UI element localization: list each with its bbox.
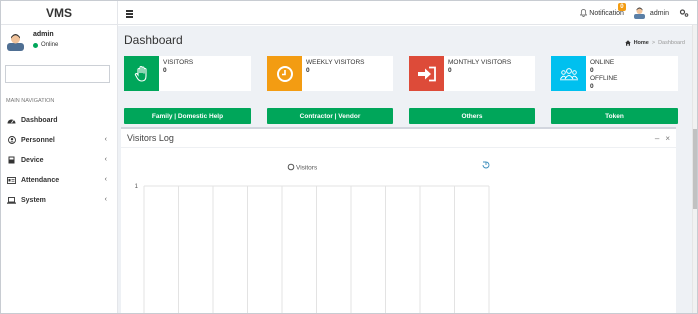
top-user-name: admin: [649, 9, 669, 17]
stat-label-offline: OFFLINE: [590, 75, 618, 82]
stat-value: 0: [163, 67, 167, 74]
close-button[interactable]: ×: [665, 134, 670, 143]
sidebar-item-label: System: [21, 196, 46, 204]
online-status-dot-icon: [33, 42, 38, 48]
family-domestic-help-button[interactable]: Family | Domestic Help: [124, 108, 251, 124]
sidebar-item-label: Dashboard: [21, 116, 58, 124]
breadcrumb-home-link[interactable]: Home: [634, 40, 649, 46]
stat-value: 0: [306, 67, 310, 74]
users-icon: [551, 56, 586, 91]
weekly-visitors-stat-box: WEEKLY VISITORS 0: [267, 56, 393, 91]
collapse-button[interactable]: –: [655, 134, 659, 143]
visitors-log-panel: Visitors Log – × Visitors 1: [121, 127, 676, 313]
sidebar-item-label: Device: [21, 156, 44, 164]
notification-badge: 0: [618, 3, 626, 11]
navbar-right: Notification 0 admin: [580, 1, 689, 25]
others-button[interactable]: Others: [409, 108, 535, 124]
stat-label: WEEKLY VISITORS: [306, 59, 365, 66]
nav-header: MAIN NAVIGATION: [6, 98, 55, 104]
online-offline-stat-box: ONLINE 0 OFFLINE 0: [551, 56, 678, 91]
sidebar-item-attendance[interactable]: Attendance ‹: [1, 170, 118, 190]
breadcrumb: Home > Dashboard: [624, 40, 685, 46]
panel-title: Visitors Log: [127, 133, 174, 143]
page-scrollbar[interactable]: [692, 25, 697, 313]
sidebar-nav: Dashboard Personnel ‹ Device ‹ Attendanc…: [1, 110, 118, 210]
sidebar-item-label: Attendance: [21, 176, 60, 184]
sidebar-search-input[interactable]: [5, 65, 110, 83]
user-status: Online: [33, 42, 58, 48]
dashboard-icon: [7, 116, 16, 125]
id-card-icon: [7, 176, 16, 185]
sign-in-icon: [409, 56, 444, 91]
stat-value-offline: 0: [590, 83, 594, 90]
stat-value: 0: [448, 67, 452, 74]
user-avatar-icon: [633, 7, 645, 19]
main-content: Dashboard Home > Dashboard VISITORS 0 WE…: [118, 26, 697, 313]
brand-logo[interactable]: VMS: [1, 1, 118, 25]
sidebar-item-dashboard[interactable]: Dashboard: [1, 110, 118, 130]
user-icon: [7, 136, 16, 145]
top-navbar: Notification 0 admin: [118, 1, 697, 25]
chevron-left-icon: ‹: [104, 176, 107, 183]
user-status-label: Online: [41, 42, 59, 48]
token-button[interactable]: Token: [551, 108, 678, 124]
chevron-left-icon: ‹: [104, 156, 107, 163]
hand-icon: [124, 56, 159, 91]
chart-legend[interactable]: Visitors: [287, 163, 318, 172]
breadcrumb-current: Dashboard: [658, 40, 685, 46]
user-menu[interactable]: admin: [633, 7, 669, 19]
legend-label: Visitors: [296, 165, 318, 172]
stat-label: VISITORS: [163, 59, 194, 66]
chevron-left-icon: ‹: [104, 196, 107, 203]
panel-tools: – ×: [655, 134, 670, 143]
scrollbar-thumb[interactable]: [693, 129, 697, 209]
chevron-left-icon: ‹: [104, 136, 107, 143]
sidebar-item-label: Personnel: [21, 136, 55, 144]
stat-label: MONTHLY VISITORS: [448, 59, 512, 66]
stat-value: 0: [590, 67, 594, 74]
sidebar-item-personnel[interactable]: Personnel ‹: [1, 130, 118, 150]
notification-button[interactable]: Notification 0: [580, 3, 626, 17]
visitors-line-chart: Visitors 1: [135, 161, 490, 313]
app-window: VMS Notification 0 admin admin Online MA…: [0, 0, 698, 314]
sidebar-item-system[interactable]: System ‹: [1, 190, 118, 210]
laptop-icon: [7, 196, 16, 205]
legend-marker: [287, 163, 295, 171]
monthly-visitors-stat-box: MONTHLY VISITORS 0: [409, 56, 535, 91]
gear-icon[interactable]: [679, 8, 689, 18]
contractor-vendor-button[interactable]: Contractor | Vendor: [267, 108, 393, 124]
user-panel: admin Online: [1, 25, 117, 58]
menu-toggle-icon[interactable]: [125, 7, 137, 19]
stat-label: ONLINE: [590, 59, 615, 66]
y-tick-label: 1: [135, 184, 139, 190]
sidebar-user-name: admin: [33, 31, 54, 38]
device-icon: [7, 156, 16, 165]
page-title: Dashboard: [124, 33, 183, 47]
avatar: [7, 34, 24, 51]
sidebar-item-device[interactable]: Device ‹: [1, 150, 118, 170]
sidebar: admin Online MAIN NAVIGATION Dashboard P…: [1, 25, 118, 313]
bell-icon: [580, 9, 588, 17]
home-icon: [624, 40, 631, 46]
clock-icon: [267, 56, 302, 91]
breadcrumb-separator: >: [651, 40, 656, 46]
visitors-stat-box: VISITORS 0: [124, 56, 251, 91]
refresh-icon[interactable]: [482, 161, 490, 169]
